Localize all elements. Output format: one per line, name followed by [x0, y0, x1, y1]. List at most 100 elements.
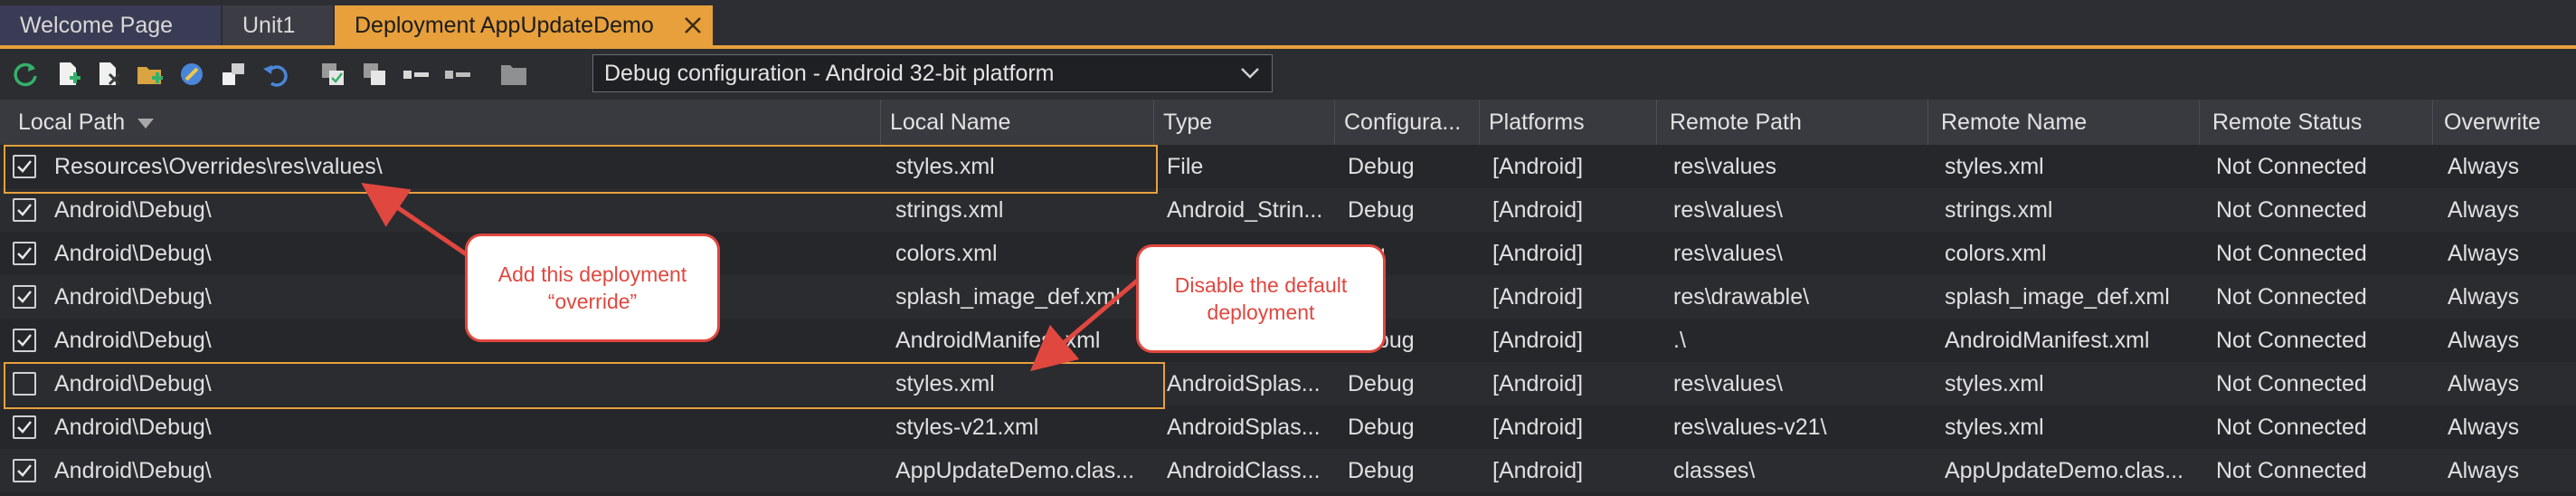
copy-config-icon[interactable]: [318, 60, 347, 89]
table-row[interactable]: Android\Debug\ AppUpdateDemo.clas... Andro…: [0, 449, 2576, 492]
platforms-cell: [Android]: [1492, 415, 1584, 440]
overwrite-cell: Always: [2448, 328, 2520, 353]
row-checkbox[interactable]: [13, 329, 36, 352]
remote-status-cell: Not Connected: [2216, 415, 2367, 440]
remote-status-cell: Not Connected: [2216, 154, 2367, 179]
column-header-remote-status[interactable]: Remote Status: [2205, 100, 2433, 145]
column-header-remote-name[interactable]: Remote Name: [1934, 100, 2200, 145]
local-path-cell: Android\Debug\: [54, 284, 212, 310]
close-icon[interactable]: [682, 14, 704, 36]
tab-label: Unit1: [242, 13, 296, 38]
overwrite-cell: Always: [2448, 197, 2520, 223]
row-checkbox[interactable]: [13, 198, 36, 222]
sort-arrow-icon: [137, 118, 155, 129]
check-icon: [17, 247, 32, 260]
column-header-label: Remote Status: [2212, 110, 2363, 135]
remote-name-cell: splash_image_def.xml: [1945, 284, 2170, 310]
check-icon: [17, 464, 32, 477]
remote-name-cell: styles.xml: [1945, 415, 2044, 440]
configuration-cell: Debug: [1348, 154, 1415, 179]
tab-bar: Welcome Page Unit1 Deployment AppUpdateD…: [0, 0, 2576, 49]
local-path-cell: Android\Debug\: [54, 328, 212, 353]
column-header-label: Remote Name: [1941, 110, 2088, 135]
column-header-label: Type: [1163, 110, 1213, 135]
add-files-icon[interactable]: [54, 60, 83, 89]
callout-line: Add this deployment: [497, 262, 687, 286]
remote-name-cell: colors.xml: [1945, 241, 2047, 266]
column-header-overwrite[interactable]: Overwrite: [2437, 100, 2576, 145]
tab-unit1[interactable]: Unit1: [223, 5, 333, 45]
column-header-platforms[interactable]: Platforms: [1482, 100, 1657, 145]
type-cell: AndroidClass...: [1167, 458, 1321, 483]
deploy-icon[interactable]: [360, 60, 389, 89]
configuration-cell: Debug: [1348, 371, 1415, 396]
remote-status-cell: Not Connected: [2216, 371, 2367, 396]
table-row[interactable]: Android\Debug\ strings.xml Android_Strin..…: [0, 188, 2576, 232]
column-header-label: Configura...: [1344, 110, 1462, 135]
local-name-cell: AppUpdateDemo.clas...: [895, 458, 1135, 483]
local-name-cell: strings.xml: [895, 197, 1004, 223]
column-header-local-name[interactable]: Local Name: [883, 100, 1154, 145]
column-header-label: Remote Path: [1670, 110, 1802, 135]
platforms-cell: [Android]: [1492, 458, 1584, 483]
column-header-remote-path[interactable]: Remote Path: [1662, 100, 1928, 145]
local-path-cell: Android\Debug\: [54, 241, 212, 266]
overwrite-cell: Always: [2448, 415, 2520, 440]
check-icon: [17, 291, 32, 303]
check-icon: [17, 421, 32, 434]
row-checkbox[interactable]: [13, 242, 36, 265]
type-cell: File: [1167, 154, 1204, 179]
add-folder-icon[interactable]: [136, 60, 165, 89]
type-cell: AndroidSplas...: [1167, 415, 1321, 440]
row-checkbox[interactable]: [13, 459, 36, 482]
select-all-icon[interactable]: [402, 60, 431, 89]
configuration-cell: Debug: [1348, 197, 1415, 223]
chevron-down-icon: [1241, 68, 1259, 79]
add-featured-icon[interactable]: [219, 60, 248, 89]
refresh-icon[interactable]: [11, 60, 40, 89]
tab-deployment[interactable]: Deployment AppUpdateDemo: [335, 5, 713, 45]
column-header-label: Local Path: [18, 110, 126, 135]
remote-path-cell: res\values\: [1673, 197, 1783, 223]
check-icon: [17, 334, 32, 347]
remote-path-cell: classes\: [1673, 458, 1756, 483]
tab-welcome-page[interactable]: Welcome Page: [0, 5, 221, 45]
remote-name-cell: AndroidManifest.xml: [1945, 328, 2150, 353]
remote-status-cell: Not Connected: [2216, 241, 2367, 266]
remove-files-icon[interactable]: [94, 60, 123, 89]
column-header-configuration[interactable]: Configura...: [1337, 100, 1480, 145]
connect-icon[interactable]: [177, 60, 206, 89]
local-name-cell: splash_image_def.xml: [895, 284, 1121, 310]
highlight-override-row: [4, 145, 1158, 194]
toolbar: [0, 49, 2576, 100]
configuration-cell: Debug: [1348, 458, 1415, 483]
tab-label: Welcome Page: [20, 13, 174, 38]
local-name-cell: AndroidManifest.xml: [895, 328, 1101, 353]
row-checkbox[interactable]: [13, 285, 36, 309]
platforms-cell: [Android]: [1492, 197, 1584, 223]
remote-name-cell: styles.xml: [1945, 154, 2044, 179]
column-header-local-path[interactable]: Local Path: [11, 100, 881, 145]
platforms-cell: [Android]: [1492, 284, 1584, 310]
column-header-label: Platforms: [1489, 110, 1585, 135]
configuration-select-value: Debug configuration - Android 32-bit pla…: [604, 61, 1055, 86]
remote-name-cell: AppUpdateDemo.clas...: [1945, 458, 2184, 483]
column-header-type[interactable]: Type: [1156, 100, 1335, 145]
configuration-select[interactable]: Debug configuration - Android 32-bit pla…: [592, 54, 1273, 92]
callout-line: “override”: [547, 290, 638, 313]
type-cell: AndroidSplas...: [1167, 371, 1321, 396]
local-name-cell: colors.xml: [895, 241, 998, 266]
revert-icon[interactable]: [260, 60, 289, 89]
deselect-all-icon[interactable]: [443, 60, 472, 89]
folder-icon[interactable]: [499, 60, 528, 89]
local-path-cell: Android\Debug\: [54, 415, 212, 440]
table-header: Local Path Local Name Type Configura... …: [0, 100, 2576, 145]
remote-status-cell: Not Connected: [2216, 284, 2367, 310]
column-header-label: Local Name: [890, 110, 1011, 135]
local-name-cell: styles-v21.xml: [895, 415, 1039, 440]
callout-line: deployment: [1207, 300, 1315, 324]
table-row[interactable]: Android\Debug\ styles-v21.xml AndroidSplas…: [0, 405, 2576, 449]
overwrite-cell: Always: [2448, 154, 2520, 179]
column-header-label: Overwrite: [2444, 110, 2541, 135]
row-checkbox[interactable]: [13, 415, 36, 439]
